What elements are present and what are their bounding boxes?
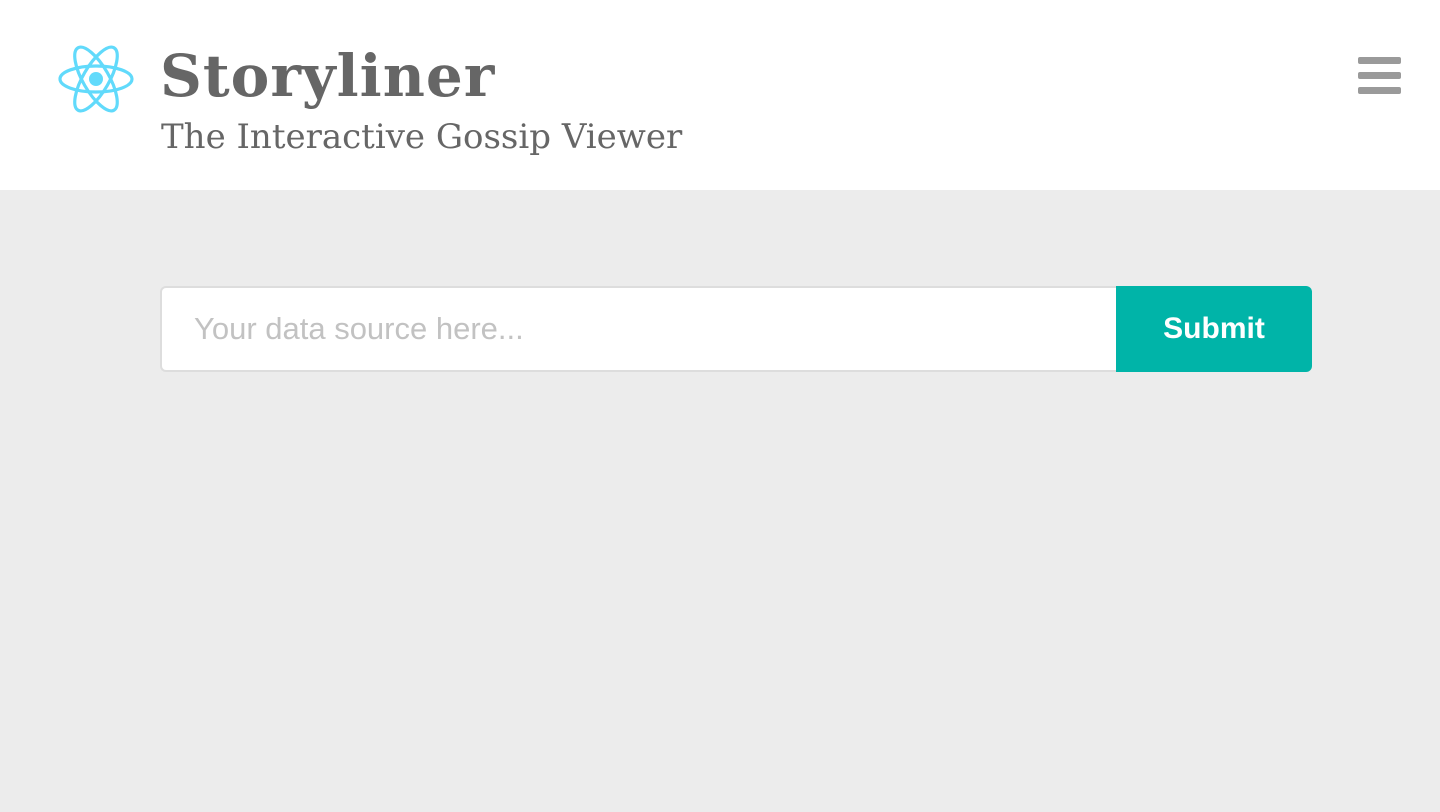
data-source-form: Submit — [160, 286, 1312, 372]
app-header: Storyliner The Interactive Gossip Viewer — [0, 0, 1440, 190]
menu-bar — [1358, 87, 1401, 94]
app-subtitle: The Interactive Gossip Viewer — [161, 117, 683, 157]
menu-bar — [1358, 72, 1401, 79]
menu-bar — [1358, 57, 1401, 64]
data-source-input[interactable] — [160, 286, 1117, 372]
hamburger-menu-icon[interactable] — [1354, 54, 1404, 98]
app-title: Storyliner — [160, 42, 496, 110]
react-atom-icon — [58, 45, 134, 113]
submit-button[interactable]: Submit — [1116, 286, 1312, 372]
